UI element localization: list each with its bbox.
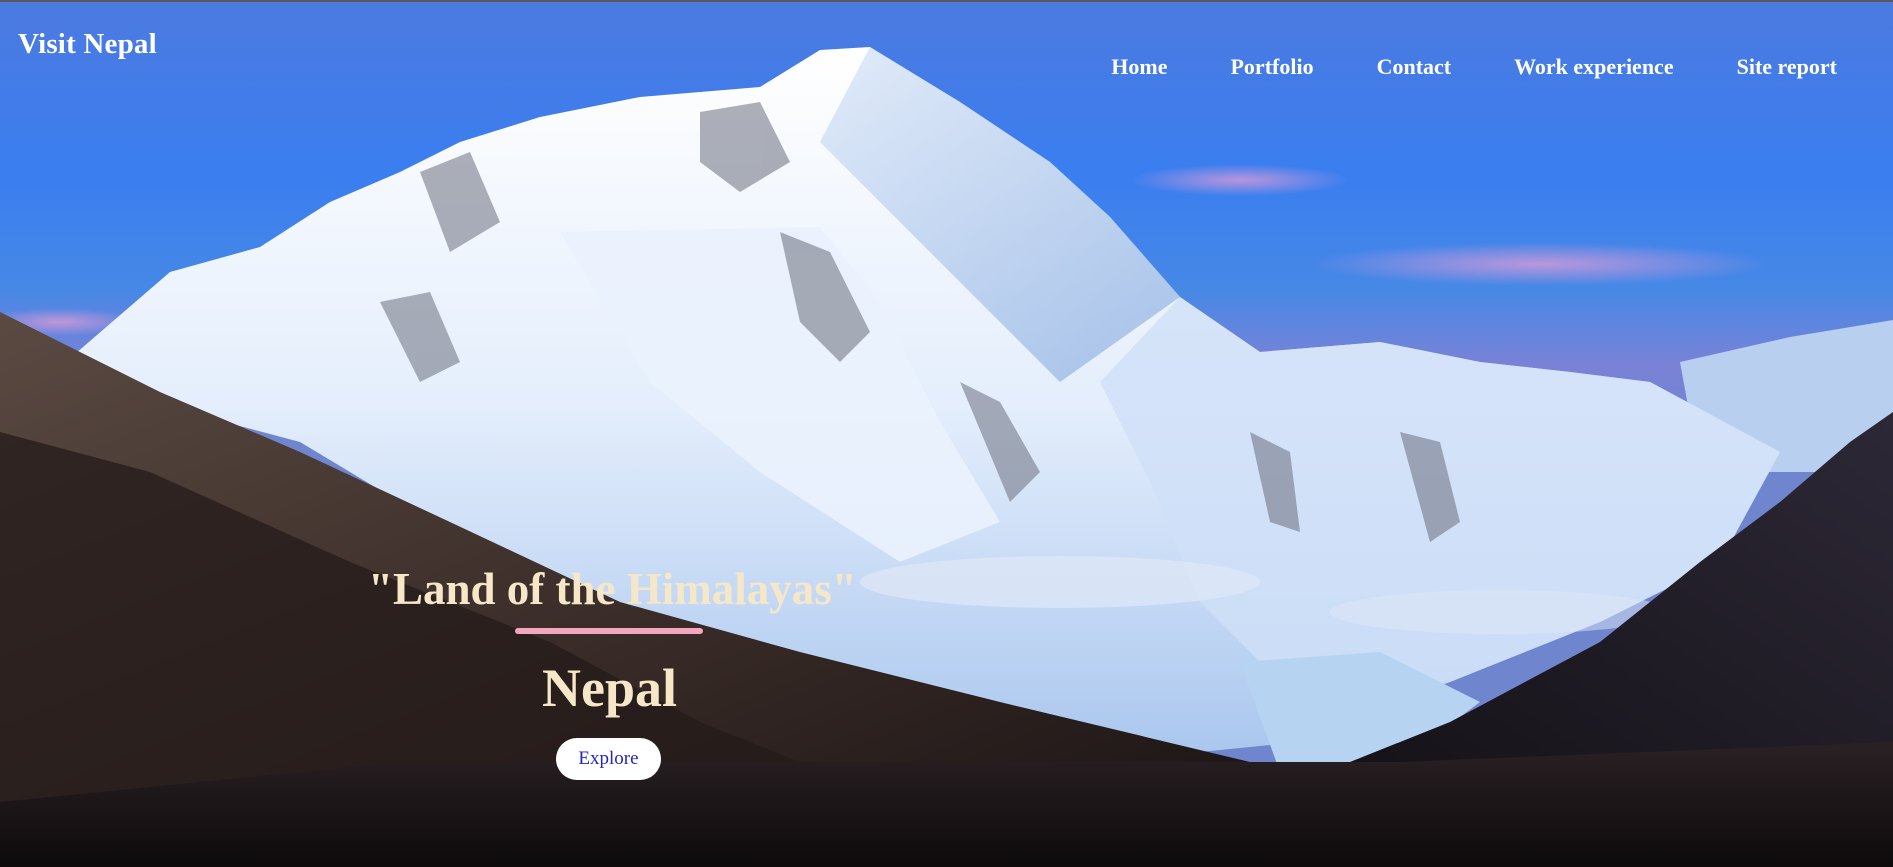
explore-button[interactable]: Explore	[556, 738, 661, 780]
nav-link-work-experience[interactable]: Work experience	[1514, 54, 1673, 80]
mountain-background-image	[0, 2, 1893, 867]
tagline-underline	[515, 628, 703, 634]
hero-section: Visit Nepal Home Portfolio Contact Work …	[0, 0, 1893, 867]
hero-title: Nepal	[542, 658, 677, 718]
hero-tagline: "Land of the Himalayas"	[368, 564, 857, 614]
nav-link-contact[interactable]: Contact	[1377, 54, 1452, 80]
nav-link-portfolio[interactable]: Portfolio	[1230, 54, 1313, 80]
site-brand[interactable]: Visit Nepal	[18, 28, 157, 61]
nav-link-home[interactable]: Home	[1111, 54, 1167, 80]
main-nav: Home Portfolio Contact Work experience S…	[1048, 54, 1837, 80]
nav-link-site-report[interactable]: Site report	[1737, 54, 1837, 80]
